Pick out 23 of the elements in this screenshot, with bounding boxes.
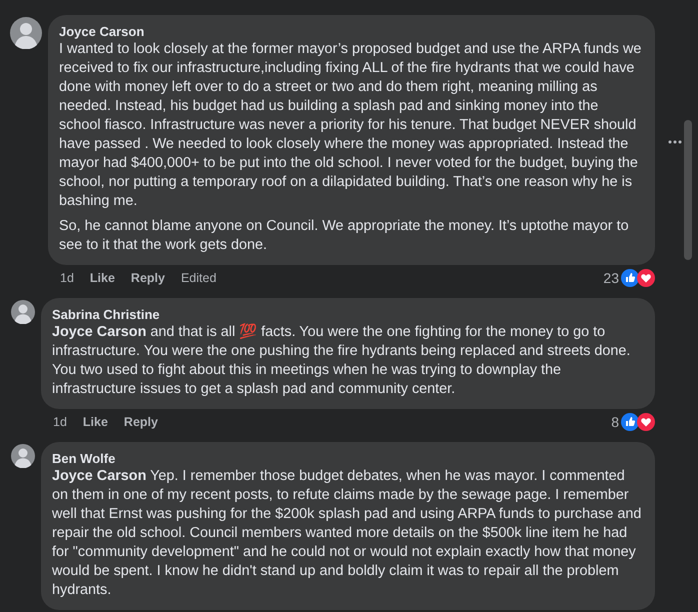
thumbs-up-icon <box>621 269 639 287</box>
action-link[interactable]: Reply <box>124 415 158 429</box>
edited-label: Edited <box>180 271 216 285</box>
avatar[interactable] <box>11 444 35 468</box>
reaction-count[interactable]: 23 <box>603 270 619 286</box>
action-link[interactable]: Reply <box>130 271 165 285</box>
comment-text: Joyce Carson Yep. I remember those budget debates, when he was mayor. I commented on them in one of my recent posts, to refute claims made by the sewage page. I remember well that Ernst was pushing for the $200k splash pad and using ARPA funds to purchase and repair the old school. Council members wanted more details on the $500k line item he had for "community development" and he could not or would not explain exactly how that money would be spent. I know he didn't stand up and boldly claim it was to repair all the problem hydrants. <box>52 467 642 600</box>
avatar[interactable] <box>11 300 35 324</box>
more-icon[interactable] <box>668 140 682 144</box>
timestamp[interactable]: 1d <box>60 271 74 285</box>
avatar[interactable] <box>10 17 42 49</box>
comment-text: I wanted to look closely at the former mayor’s proposed budget and use the ARPA funds we received to fix our infrastructure,including fixing ALL of the fire hydrants that we could have done with money left over to do a street or two and do them right, meaning milling as needed. Instead, his budget had us building a splash pad and sinking money into the school fiasco. Infrastructure was never a priority for his tenure. That budget NEVER should have passed . We needed to look closely where the money was appropriated. Instead the mayor had $400,000+ to be put into the old school. I never voted for the budget, buying the school, nor putting a temporary roof on a dilapidated building. That’s one reason why he is bashing me. <box>59 40 642 211</box>
action-link[interactable]: Like <box>90 271 115 285</box>
action-link[interactable]: Like <box>82 415 108 429</box>
timestamp[interactable]: 1d <box>53 415 67 429</box>
scrollbar[interactable] <box>684 120 692 260</box>
reaction-count[interactable]: 8 <box>611 414 619 430</box>
author-name[interactable]: Joyce Carson <box>59 23 643 40</box>
author-name[interactable]: Ben Wolfe <box>52 450 643 467</box>
author-name[interactable]: Sabrina Christine <box>52 306 643 323</box>
comment-text: So, he cannot blame anyone on Council. We appropriate the money. It’s uptothe mayor to see to it that the work gets done. <box>59 217 630 255</box>
comment-text: Joyce Carson and that is all 💯 facts. You were the one fighting for the money to go to infrastructure. You were the one pushing the fire hydrants being replaced and streets done. You two used to fight about this in meetings when he was trying to downplay the infrastructure issues to get a splash pad and community center. <box>52 323 632 399</box>
thumbs-up-icon <box>621 413 639 431</box>
